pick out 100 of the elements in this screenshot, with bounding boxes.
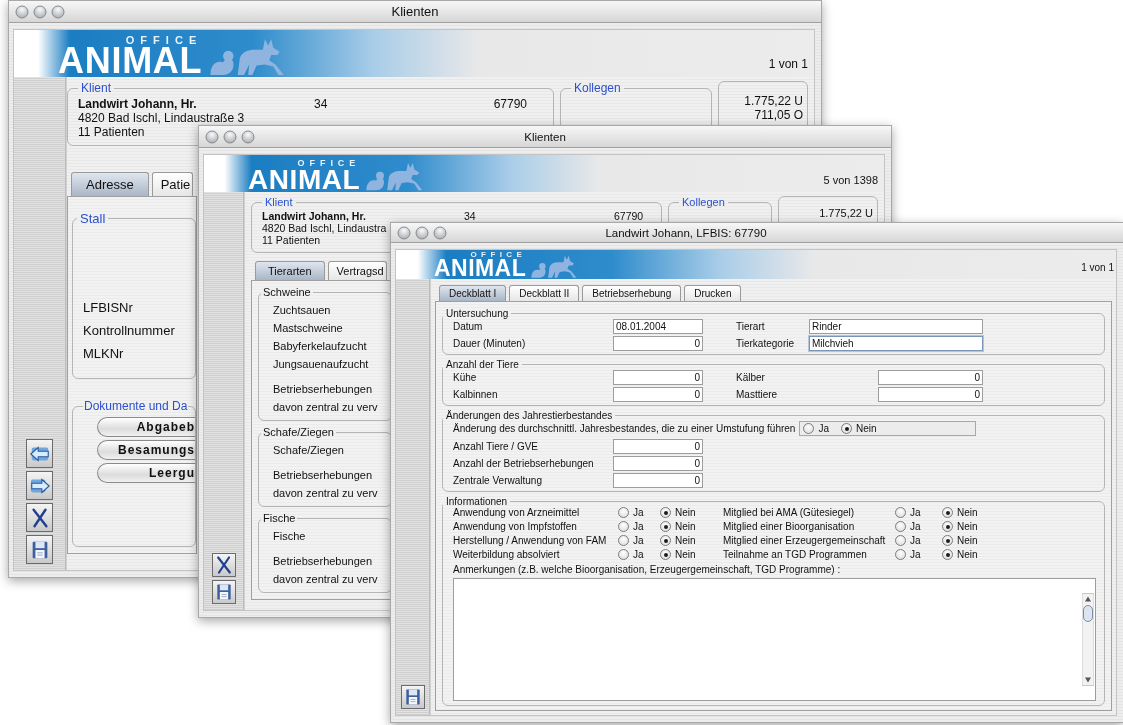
question-label: Mitglied einer Bioorganisation — [723, 521, 856, 532]
input-field[interactable]: 0 — [878, 387, 983, 402]
radio-button[interactable] — [618, 507, 629, 518]
delete-button[interactable] — [211, 553, 236, 577]
close-button[interactable] — [397, 225, 411, 240]
input-field[interactable]: 0 — [613, 439, 703, 454]
tab[interactable]: Betriebserhebung — [582, 285, 682, 301]
radio-button[interactable] — [660, 535, 671, 546]
radio-button[interactable] — [618, 535, 629, 546]
field-label: Schafe/Ziegen — [273, 443, 345, 458]
radio-button[interactable] — [660, 507, 671, 518]
input-field[interactable]: 0 — [613, 473, 703, 488]
radio-button[interactable] — [660, 521, 671, 532]
radio-button[interactable] — [895, 521, 906, 532]
balance-amount: 1.775,22 U — [819, 207, 873, 219]
question-label: Anwendung von Impfstoffen — [453, 521, 578, 532]
field-label: Dauer (Minuten) — [453, 338, 527, 349]
logo-title: ANIMAL — [434, 259, 527, 279]
question-label: Weiterbildung absolviert — [453, 549, 561, 560]
window-title: Klienten — [391, 4, 439, 19]
input-field[interactable]: 0 — [878, 370, 983, 385]
group-label: Dokumente und Da — [83, 399, 189, 413]
input-field[interactable]: 0 — [613, 456, 703, 471]
option-label: Ja — [633, 521, 644, 532]
field-label: Kühe — [453, 372, 478, 383]
field-label: Kälber — [736, 372, 766, 383]
group-label: Schweine — [262, 285, 312, 300]
zoom-button[interactable] — [433, 225, 447, 240]
field-label: Anzahl Tiere / GVE — [453, 441, 540, 452]
radio-button[interactable] — [942, 535, 953, 546]
close-button[interactable] — [205, 129, 219, 144]
group-label: Stall — [79, 211, 107, 226]
tab[interactable]: Vertragsd — [327, 261, 387, 280]
document-button[interactable]: Leergu — [97, 463, 195, 483]
field-label: Tierart — [736, 321, 766, 332]
input-field[interactable]: 08.01.2004 — [613, 319, 703, 334]
option-label: Nein — [856, 423, 877, 434]
zoom-button[interactable] — [51, 4, 65, 19]
balance-amount: 1.775,22 U — [744, 94, 803, 108]
back-button[interactable] — [26, 439, 53, 468]
group-label: Klient — [80, 81, 113, 95]
radio-button[interactable] — [895, 549, 906, 560]
save-button[interactable] — [211, 580, 236, 604]
delete-button[interactable] — [26, 503, 53, 532]
question-label: Mitglied bei AMA (Gütesiegel) — [723, 507, 856, 518]
radio-button[interactable] — [895, 507, 906, 518]
tab[interactable]: Patie — [151, 172, 194, 196]
notes-label: Anmerkungen (z.B. welche Bioorganisation, Erzeugergemeinschaft, TGD Programme) : — [453, 564, 842, 575]
input-field[interactable]: Milchvieh — [809, 336, 983, 351]
tab[interactable]: Adresse — [71, 172, 149, 196]
field-label: davon zentral zu verv — [273, 572, 379, 587]
close-button[interactable] — [15, 4, 29, 19]
tab[interactable]: Drucken — [684, 285, 742, 301]
tab[interactable]: Deckblatt I — [439, 285, 507, 301]
record-counter: 1 von 1 — [1081, 262, 1115, 275]
document-button[interactable]: Besamungs — [97, 440, 195, 460]
field-label: davon zentral zu verv — [273, 400, 379, 415]
input-field[interactable]: Rinder — [809, 319, 983, 334]
question-label: Teilnahme an TGD Programmen — [723, 549, 868, 560]
client-number: 34 — [464, 210, 477, 222]
logo-title: ANIMAL — [248, 168, 361, 192]
input-field[interactable]: 0 — [613, 370, 703, 385]
field-label: Zuchtsauen — [273, 303, 332, 318]
tab[interactable]: Tierarten — [255, 261, 325, 280]
minimize-button[interactable] — [33, 4, 47, 19]
field-label: davon zentral zu verv — [273, 486, 379, 501]
option-label: Nein — [957, 521, 978, 532]
forward-button[interactable] — [26, 471, 53, 500]
save-button[interactable] — [400, 685, 425, 709]
group-label: Informationen — [445, 496, 509, 507]
minimize-button[interactable] — [223, 129, 237, 144]
radio-button[interactable] — [942, 549, 953, 560]
minimize-button[interactable] — [415, 225, 429, 240]
field-label: Babyferkelaufzucht — [273, 339, 368, 354]
radio-button[interactable] — [841, 423, 852, 434]
group-label: Fische — [262, 511, 297, 526]
logo-subtitle: OFFICE — [470, 251, 527, 260]
record-counter: 5 von 1398 — [823, 174, 879, 188]
zoom-button[interactable] — [241, 129, 255, 144]
option-label: Ja — [818, 423, 829, 434]
radio-button[interactable] — [618, 549, 629, 560]
client-address: 4820 Bad Ischl, Lindaustra — [262, 222, 387, 234]
tab[interactable]: Deckblatt II — [509, 285, 580, 301]
save-button[interactable] — [26, 535, 53, 564]
patient-count: 11 Patienten — [78, 125, 145, 139]
radio-button[interactable] — [942, 507, 953, 518]
radio-button[interactable] — [895, 535, 906, 546]
lfbis-number: 67790 — [492, 97, 527, 111]
radio-button[interactable] — [618, 521, 629, 532]
field-label: Betriebserhebungen — [273, 554, 374, 569]
logo-subtitle: OFFICE — [125, 35, 203, 47]
notes-field[interactable] — [453, 578, 1096, 701]
radio-button[interactable] — [942, 521, 953, 532]
patient-count: 11 Patienten — [262, 234, 321, 246]
input-field[interactable]: 0 — [613, 336, 703, 351]
radio-button[interactable] — [803, 423, 815, 434]
field-label: Kontrollnummer — [83, 322, 176, 340]
document-button[interactable]: Abgabeb — [97, 417, 195, 437]
input-field[interactable]: 0 — [613, 387, 703, 402]
radio-button[interactable] — [660, 549, 671, 560]
